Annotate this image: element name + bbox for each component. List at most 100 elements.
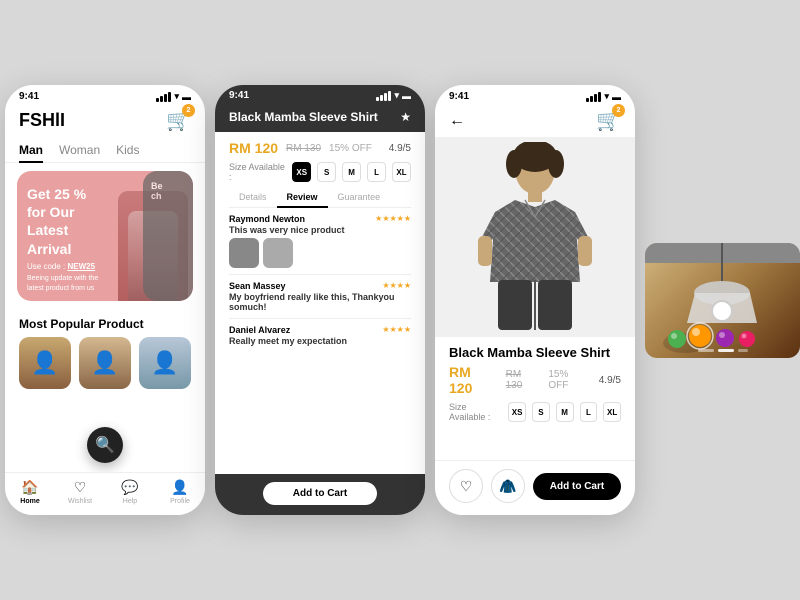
discount-badge-3: 15% OFF (548, 369, 590, 391)
cart-button-3[interactable]: 🛒 2 (596, 108, 621, 133)
product-thumb-3[interactable] (139, 337, 191, 389)
product-thumb-2[interactable] (79, 337, 131, 389)
cart-badge-1: 2 (182, 104, 195, 117)
product-info-3: Black Mamba Sleeve Shirt RM 120 RM 130 1… (435, 337, 635, 436)
status-icons-2: ▾ ▬ (376, 90, 411, 101)
cart-badge-3: 2 (612, 104, 625, 117)
most-popular-title: Most Popular Product (5, 309, 205, 337)
back-button-3[interactable]: ← (449, 112, 465, 130)
promo-code: Use code : NEW25 (27, 262, 103, 271)
phone-product-view: 9:41 ▾ ▬ ← 🛒 2 (435, 85, 635, 515)
search-fab[interactable]: 🔍 (87, 427, 123, 463)
review-img-1b (263, 238, 293, 268)
add-to-cart-button-2[interactable]: Add to Cart (263, 482, 377, 505)
rating-2: 4.9/5 (389, 143, 411, 154)
status-icons-1: ▾ ▬ (156, 91, 191, 102)
popular-products-row (5, 337, 205, 389)
divider-2 (229, 318, 411, 319)
nav-profile[interactable]: 👤 Profile (155, 479, 205, 505)
wifi-icon: ▾ (174, 91, 179, 102)
size-xs-3[interactable]: XS (508, 402, 526, 422)
nav-home[interactable]: 🏠 Home (5, 479, 55, 505)
review-text-3: Really meet my expectation (229, 336, 411, 346)
wifi-icon-3: ▾ (604, 91, 609, 102)
status-time-2: 9:41 (229, 90, 249, 101)
product-nav-header-3: ← 🛒 2 (435, 104, 635, 137)
wishlist-icon: ♡ (74, 479, 87, 496)
product-model-svg (470, 142, 600, 332)
hanger-button-3[interactable]: 🧥 (491, 469, 525, 503)
right-column (645, 243, 800, 358)
scene-card-lamp (645, 243, 800, 358)
phone-product-detail: 9:41 ▾ ▬ Black Mamba Sleeve Shirt ★ RM 1… (215, 85, 425, 515)
home-icon: 🏠 (21, 479, 38, 496)
size-xl-2[interactable]: XL (392, 162, 411, 182)
review-img-1a (229, 238, 259, 268)
category-tabs-1: Man Woman Kids (5, 139, 205, 163)
promo-code-value: NEW25 (67, 262, 95, 271)
carousel-indicators (698, 349, 748, 352)
phone-home: 9:41 ▾ ▬ FSHlI 🛒 2 Man Woma (5, 85, 205, 515)
size-xs-2[interactable]: XS (292, 162, 311, 182)
indicator-dot-3 (738, 349, 748, 352)
promo-card: Get 25 % for Our Latest Arrival Use code… (17, 171, 193, 301)
size-m-3[interactable]: M (556, 402, 574, 422)
price-main-2: RM 120 (229, 140, 278, 156)
size-l-3[interactable]: L (580, 402, 598, 422)
size-s-2[interactable]: S (317, 162, 336, 182)
status-time-1: 9:41 (19, 91, 39, 102)
star-icon-header: ★ (400, 110, 411, 124)
indicator-dot-2 (718, 349, 734, 352)
tab-details[interactable]: Details (229, 188, 277, 207)
product-name-3: Black Mamba Sleeve Shirt (449, 345, 621, 360)
tab-guarantee[interactable]: Guarantee (328, 188, 391, 207)
tab-woman[interactable]: Woman (59, 139, 100, 163)
battery-icon-2: ▬ (402, 91, 411, 101)
product-detail-body: RM 120 RM 130 15% OFF 4.9/5 Size Availab… (215, 132, 425, 360)
price-row-2: RM 120 RM 130 15% OFF 4.9/5 (229, 140, 411, 156)
action-bar-3: ♡ 🧥 Add to Cart (435, 460, 635, 515)
size-m-2[interactable]: M (342, 162, 361, 182)
review-text-2: My boyfriend really like this, Thankyou … (229, 292, 411, 312)
promo-desc: Beeing update with the latest product fr… (27, 274, 103, 294)
review-1: Raymond Newton ★★★★★ This was very nice … (229, 214, 411, 268)
tab-kids[interactable]: Kids (116, 139, 139, 163)
size-label-2: Size Available : (229, 162, 286, 182)
divider-1 (229, 274, 411, 275)
review-images-1 (229, 238, 411, 268)
nav-wishlist[interactable]: ♡ Wishlist (55, 479, 105, 505)
app-header-1: FSHlI 🛒 2 (5, 104, 205, 139)
product-thumb-1[interactable] (19, 337, 71, 389)
add-to-cart-button-3[interactable]: Add to Cart (533, 473, 621, 500)
wishlist-button-3[interactable]: ♡ (449, 469, 483, 503)
cart-button-1[interactable]: 🛒 2 (166, 108, 191, 133)
price-old-2: RM 130 (286, 143, 321, 154)
help-icon: 💬 (121, 479, 138, 496)
status-bar-3: 9:41 ▾ ▬ (435, 85, 635, 104)
discount-badge-2: 15% OFF (329, 143, 372, 154)
review-author-2: Sean Massey (229, 281, 286, 291)
signal-icon-2 (376, 91, 391, 101)
review-author-3: Daniel Alvarez (229, 325, 290, 335)
status-time-3: 9:41 (449, 91, 469, 102)
wifi-icon-2: ▾ (394, 90, 399, 101)
lamp-scene-svg (645, 243, 800, 358)
add-to-cart-bar-2: Add to Cart (215, 474, 425, 515)
size-label-3: Size Available : (449, 402, 502, 422)
product-image-area-3 (435, 137, 635, 337)
price-old-3: RM 130 (506, 369, 541, 391)
review-stars-1: ★★★★★ (375, 214, 411, 224)
tab-review[interactable]: Review (277, 188, 328, 208)
tab-man[interactable]: Man (19, 139, 43, 163)
app-logo-1: FSHlI (19, 110, 65, 131)
size-row-3: Size Available : XS S M L XL (449, 402, 621, 422)
size-l-2[interactable]: L (367, 162, 386, 182)
status-bar-2: 9:41 ▾ ▬ (215, 85, 425, 104)
size-xl-3[interactable]: XL (603, 402, 621, 422)
rating-3: 4.9/5 (599, 375, 621, 386)
nav-help[interactable]: 💬 Help (105, 479, 155, 505)
review-stars-2: ★★★★ (382, 281, 411, 291)
review-2: Sean Massey ★★★★ My boyfriend really lik… (229, 281, 411, 312)
detail-tabs: Details Review Guarantee (229, 188, 411, 208)
size-s-3[interactable]: S (532, 402, 550, 422)
